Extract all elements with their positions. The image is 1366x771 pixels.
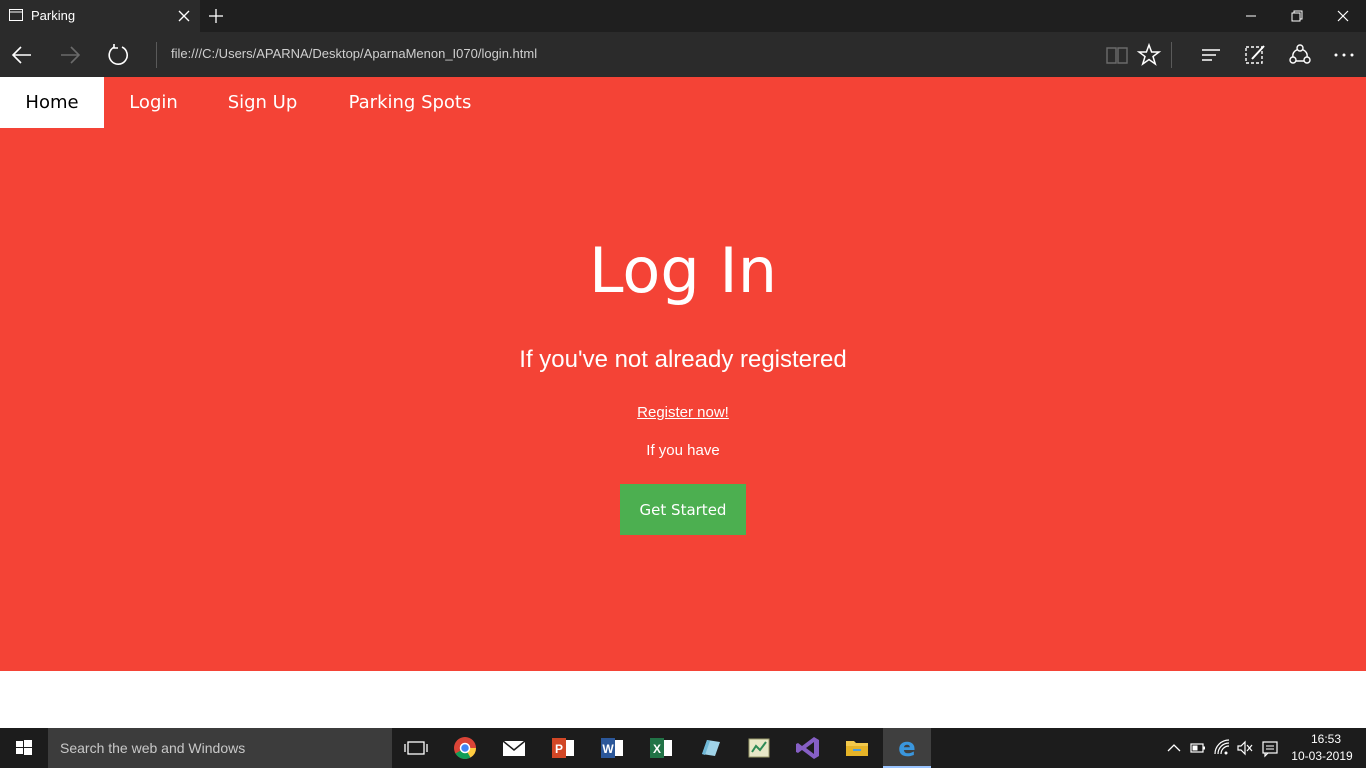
nav-home[interactable]: Home — [0, 77, 104, 128]
url-field[interactable]: file:///C:/Users/APARNA/Desktop/AparnaMe… — [171, 46, 537, 61]
address-separator — [156, 42, 157, 68]
browser-tab-strip: Parking — [0, 0, 1366, 32]
svg-text:W: W — [602, 742, 614, 756]
svg-text:e: e — [898, 733, 916, 763]
close-window-icon[interactable] — [1320, 0, 1366, 32]
favorite-star-icon[interactable] — [1136, 42, 1162, 68]
back-icon[interactable] — [9, 42, 35, 68]
toolbar-separator — [1171, 42, 1172, 68]
action-center-icon[interactable] — [1261, 738, 1279, 758]
get-started-button[interactable]: Get Started — [620, 484, 746, 535]
share-icon[interactable] — [1287, 42, 1313, 68]
edge-icon: e — [898, 733, 916, 763]
restore-icon[interactable] — [1274, 0, 1320, 32]
web-page: Home Login Sign Up Parking Spots Log In … — [0, 77, 1366, 728]
refresh-icon[interactable] — [105, 42, 131, 68]
more-icon[interactable] — [1331, 42, 1357, 68]
register-link[interactable]: Register now! — [637, 404, 729, 421]
chrome-icon[interactable] — [441, 728, 489, 768]
taskbar: Search the web and Windows P W X e 16:53… — [0, 728, 1366, 768]
windows-start-icon[interactable] — [0, 728, 48, 768]
new-tab-icon[interactable] — [207, 7, 225, 25]
wifi-icon[interactable] — [1213, 738, 1231, 758]
visual-studio-icon[interactable] — [784, 728, 832, 768]
hero-section: Log In If you've not already registered … — [0, 128, 1366, 671]
close-tab-icon[interactable] — [175, 7, 193, 25]
browser-tab[interactable]: Parking — [0, 0, 200, 32]
tab-title: Parking — [31, 8, 76, 23]
file-explorer-icon[interactable] — [833, 728, 881, 768]
hub-icon[interactable] — [1198, 42, 1224, 68]
volume-muted-icon[interactable] — [1236, 738, 1254, 758]
web-note-icon[interactable] — [1242, 42, 1268, 68]
clock-date[interactable]: 10-03-2019 — [1290, 749, 1354, 763]
battery-icon[interactable] — [1189, 738, 1207, 758]
have-account-text: If you have — [646, 442, 720, 459]
nav-sign-up[interactable]: Sign Up — [203, 77, 322, 128]
register-link-wrap: Register now! — [0, 404, 1366, 422]
task-view-icon[interactable] — [392, 728, 440, 768]
svg-text:X: X — [653, 742, 661, 756]
page-icon — [9, 9, 23, 21]
minimize-icon[interactable] — [1228, 0, 1274, 32]
svg-text:P: P — [555, 742, 563, 756]
forward-icon[interactable] — [57, 42, 83, 68]
powerpoint-icon[interactable]: P — [539, 728, 587, 768]
nav-login[interactable]: Login — [104, 77, 203, 128]
address-bar: file:///C:/Users/APARNA/Desktop/AparnaMe… — [0, 32, 1366, 77]
mail-icon[interactable] — [490, 728, 538, 768]
edge-taskbar-button[interactable]: e — [883, 728, 931, 768]
search-input[interactable]: Search the web and Windows — [60, 740, 245, 756]
excel-icon[interactable]: X — [637, 728, 685, 768]
hero-subtitle: If you've not already registered — [519, 346, 847, 373]
nav-parking-spots[interactable]: Parking Spots — [322, 77, 498, 128]
reading-view-icon[interactable] — [1104, 42, 1130, 68]
clock-time[interactable]: 16:53 — [1296, 732, 1356, 746]
page-title: Log In — [588, 234, 778, 307]
notes-app-icon[interactable] — [686, 728, 734, 768]
word-icon[interactable]: W — [588, 728, 636, 768]
site-navbar: Home Login Sign Up Parking Spots — [0, 77, 1366, 128]
show-hidden-icons-icon[interactable] — [1165, 738, 1183, 758]
editor-app-icon[interactable] — [735, 728, 783, 768]
taskbar-search[interactable]: Search the web and Windows — [48, 728, 392, 768]
